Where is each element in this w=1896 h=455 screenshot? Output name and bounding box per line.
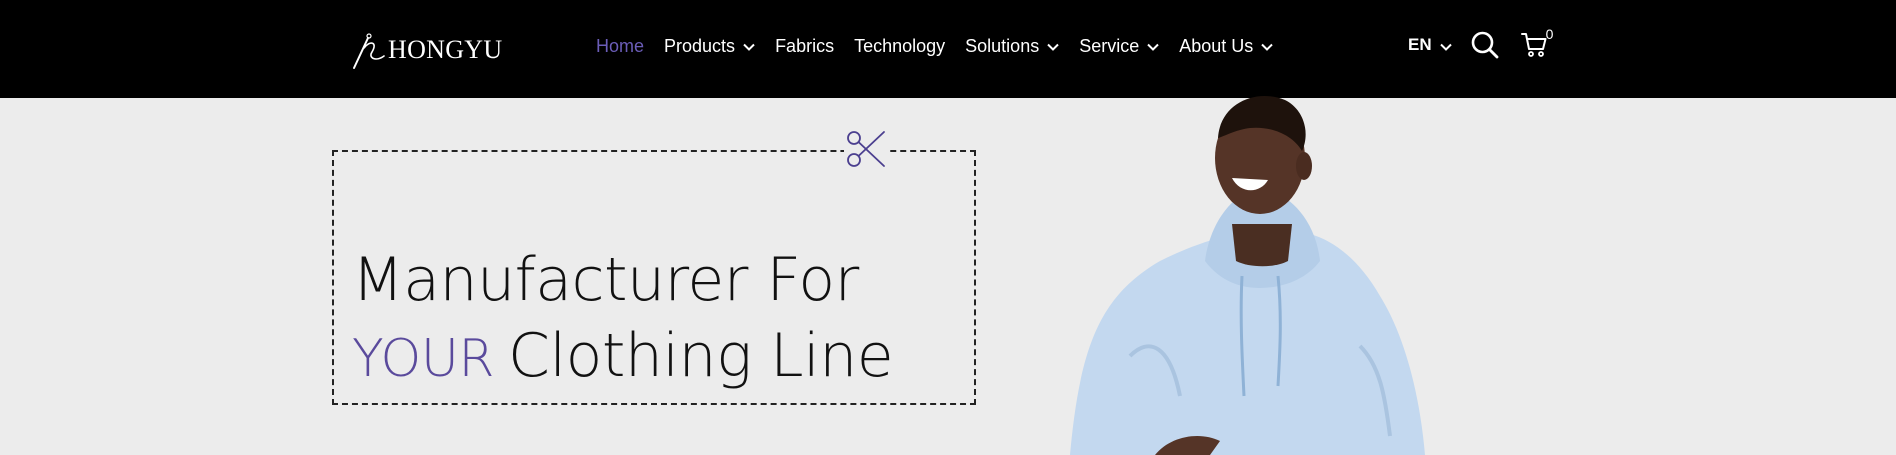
search-icon[interactable] — [1470, 30, 1500, 60]
nav-item-label: Fabrics — [775, 36, 835, 56]
nav-item-label: Products — [664, 36, 736, 56]
chevron-down-icon — [1147, 43, 1159, 51]
logo[interactable]: HONGYU — [350, 30, 502, 70]
hero-line-1: Manufacturer For — [352, 245, 859, 315]
chevron-down-icon — [1261, 43, 1274, 51]
nav-item-home[interactable]: Home — [596, 36, 644, 57]
main-nav: Home Products Fabrics Technology Solutio… — [596, 36, 1293, 57]
nav-item-service[interactable]: Service — [1079, 36, 1159, 57]
nav-item-technology[interactable]: Technology — [854, 36, 945, 57]
chevron-down-icon — [1047, 43, 1059, 51]
nav-item-fabrics[interactable]: Fabrics — [775, 36, 834, 57]
nav-item-about-us[interactable]: About Us — [1179, 36, 1274, 57]
hero-headline: Manufacturer For YOUR Clothing Line — [352, 242, 894, 397]
model-in-hoodie-image — [1070, 96, 1425, 455]
cart-button[interactable]: 0 — [1520, 26, 1553, 60]
cart-icon — [1520, 33, 1547, 57]
chevron-down-icon — [1439, 43, 1452, 51]
nav-item-label: Solutions — [965, 36, 1040, 56]
hero-line-2: YOUR Clothing Line — [352, 318, 894, 397]
hero-accent-word: YOUR — [352, 329, 495, 389]
header-utilities: EN 0 — [1408, 26, 1553, 60]
language-selector[interactable]: EN — [1408, 35, 1452, 55]
site-header: HONGYU Home Products Fabrics Technology … — [0, 0, 1896, 98]
brand-name: HONGYU — [388, 35, 503, 64]
nav-item-label: Home — [596, 36, 645, 56]
nav-item-label: About Us — [1179, 36, 1254, 56]
language-label: EN — [1408, 35, 1432, 54]
nav-item-solutions[interactable]: Solutions — [965, 36, 1059, 57]
nav-item-products[interactable]: Products — [664, 36, 755, 57]
needle-thread-icon — [353, 33, 385, 69]
chevron-down-icon — [743, 43, 755, 51]
nav-item-label: Service — [1079, 36, 1140, 56]
cart-count-badge: 0 — [1545, 26, 1554, 42]
scissors-icon — [844, 128, 888, 172]
nav-item-label: Technology — [854, 36, 946, 56]
hero-line-2-text: Clothing Line — [508, 321, 894, 391]
